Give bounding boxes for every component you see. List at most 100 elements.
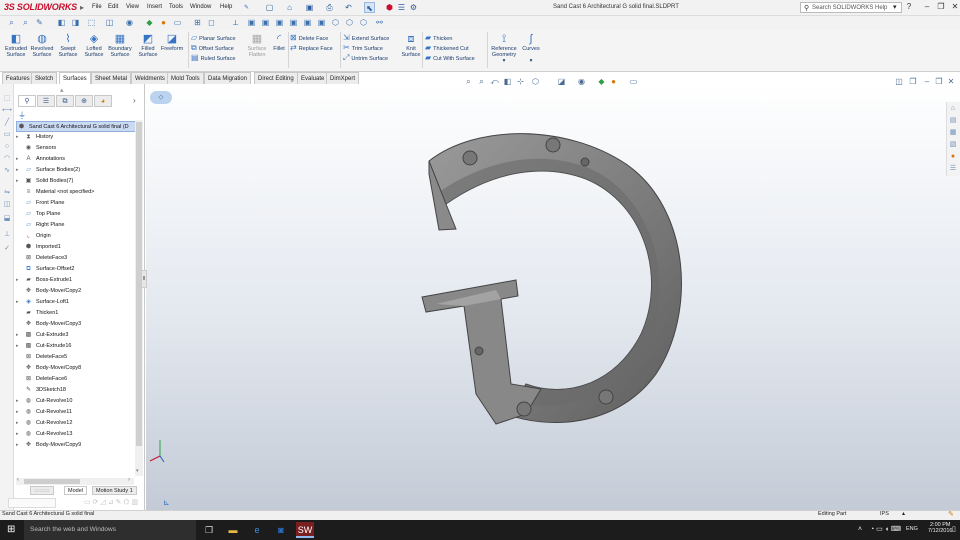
filled-surface-button[interactable]: ◩ Filled Surface <box>136 32 160 64</box>
select-icon[interactable]: ⬉ <box>364 2 375 13</box>
tree-item[interactable]: ▸ ▩ Cut-Extrude16 <box>16 341 136 352</box>
tab-weldments[interactable]: Weldments <box>131 72 169 84</box>
view-settings-icon[interactable]: ▭ <box>172 17 183 28</box>
model-tab[interactable]: Model <box>64 486 87 495</box>
repair-sketch-icon[interactable]: ✓ <box>2 244 12 254</box>
view-orientation-icon[interactable]: ◨ <box>70 17 81 28</box>
offset-tool-icon[interactable]: ◫ <box>2 200 12 210</box>
revolved-surface-button[interactable]: ◍ Revolved Surface <box>30 32 54 64</box>
offset-surface-button[interactable]: ⧉ Offset Surface <box>191 43 247 53</box>
scroll-left-icon[interactable]: ‹ <box>17 477 19 483</box>
menu-help[interactable]: Help <box>220 4 232 10</box>
file-explorer-taskbar-icon[interactable]: ▬ <box>224 522 242 538</box>
smart-dimension-icon[interactable]: ⟷ <box>2 106 12 116</box>
tree-item[interactable]: ⊠ DeleteFace6 <box>16 374 136 385</box>
edit-appearance-icon[interactable]: ◉ <box>124 17 135 28</box>
menu-insert[interactable]: Insert <box>147 4 162 10</box>
mirror-tool-icon[interactable]: ⇋ <box>2 188 12 198</box>
normal-to-icon[interactable]: ⟂ <box>230 17 241 28</box>
tree-item[interactable]: ⊠ DeleteFace3 <box>16 253 136 264</box>
extend-surface-button[interactable]: ⇲ Extend Surface <box>343 33 401 43</box>
expand-arrow-icon[interactable]: ▸ <box>16 418 24 429</box>
tree-item[interactable]: ▸ ◈ Surface-Loft1 <box>16 297 136 308</box>
view-bottom-icon[interactable]: ▣ <box>316 17 327 28</box>
tab-surfaces[interactable]: Surfaces <box>59 72 91 84</box>
scene-icon[interactable]: ◆ <box>144 17 155 28</box>
expand-arrow-icon[interactable]: ▸ <box>16 330 24 341</box>
panel-collapse-icon[interactable]: ▴ <box>60 86 64 94</box>
tree-item[interactable]: ▱ Front Plane <box>16 198 136 209</box>
tab-sheet-metal[interactable]: Sheet Metal <box>91 72 132 84</box>
notifications-icon[interactable]: ▯ <box>952 525 956 533</box>
expand-arrow-icon[interactable]: ▸ <box>16 176 24 187</box>
rebuild-icon[interactable]: ⬢ <box>384 2 395 13</box>
cut-with-surface-button[interactable]: ▰ Cut With Surface <box>425 53 487 63</box>
tree-item[interactable]: ▸ ▱ Surface Bodies(2) <box>16 165 136 176</box>
scroll-down-icon[interactable]: ▾ <box>136 468 139 474</box>
tray-clock[interactable]: 2:00 PM 7/12/2016 <box>928 522 952 534</box>
tree-item[interactable]: ▱ Top Plane <box>16 209 136 220</box>
menu-window[interactable]: Window <box>190 4 211 10</box>
expand-arrow-icon[interactable]: ▸ <box>16 275 24 286</box>
tray-chevron-icon[interactable]: ˄ <box>858 526 862 533</box>
feature-manager-tab-icon[interactable]: ⚲ <box>18 95 36 107</box>
taskbar-search-input[interactable]: Search the web and Windows <box>24 520 196 540</box>
tree-item[interactable]: ≡ Material <not specified> <box>16 187 136 198</box>
lofted-surface-button[interactable]: ◈ Lofted Surface <box>82 32 106 64</box>
filter-icon[interactable]: ⏚ <box>18 110 26 121</box>
dimetric-icon[interactable]: ⬡ <box>358 17 369 28</box>
tooltip-icon[interactable]: ✎ <box>948 510 954 518</box>
tab-direct-editing[interactable]: Direct Editing <box>254 72 298 84</box>
tree-root-part[interactable]: ⬢ Sand Cast 6 Architectural G solid final… <box>16 121 136 132</box>
quick-input-field[interactable] <box>8 498 56 508</box>
solidworks-logo[interactable]: 3S SOLIDWORKS <box>4 2 77 12</box>
planar-surface-button[interactable]: ▱ Planar Surface <box>191 33 247 43</box>
file-properties-icon[interactable]: ☰ <box>396 2 407 13</box>
line-tool-icon[interactable]: ╱ <box>2 118 12 128</box>
tab-mold-tools[interactable]: Mold Tools <box>167 72 204 84</box>
expand-arrow-icon[interactable]: ▸ <box>16 440 24 451</box>
view-left-icon[interactable]: ▣ <box>274 17 285 28</box>
surface-flatten-button[interactable]: ▦ Surface Flatten <box>246 32 268 64</box>
tree-item[interactable]: ▸ ▰ Boss-Extrude1 <box>16 275 136 286</box>
tray-icons-group[interactable]: ◔ ▭ ◖ ⌨ <box>870 525 901 533</box>
tree-item[interactable]: ▸ ◍ Cut-Revolve12 <box>16 418 136 429</box>
open-icon[interactable]: ⌂ <box>284 2 295 13</box>
curves-button[interactable]: ∫ Curves ▾ <box>519 32 543 64</box>
expand-arrow-icon[interactable]: ▸ <box>16 396 24 407</box>
tree-item[interactable]: ✎ 3DSketch18 <box>16 385 136 396</box>
arc-tool-icon[interactable]: ◠ <box>2 154 12 164</box>
tree-item[interactable]: ◉ Sensors <box>16 143 136 154</box>
appearance-icon[interactable]: ● <box>158 17 169 28</box>
tab-sketch[interactable]: Sketch <box>31 72 58 84</box>
menu-view[interactable]: View <box>126 4 139 10</box>
view-back-icon[interactable]: ▣ <box>260 17 271 28</box>
view-front-icon[interactable]: ▣ <box>246 17 257 28</box>
tree-item[interactable]: ⬢ Imported1 <box>16 242 136 253</box>
search-help-input[interactable]: ⚲ Search SOLIDWORKS Help <box>800 2 902 13</box>
view-top-icon[interactable]: ▣ <box>302 17 313 28</box>
reference-geometry-dropdown-icon[interactable]: ▾ <box>503 58 506 64</box>
trimetric-icon[interactable]: ⬡ <box>344 17 355 28</box>
menu-file[interactable]: File <box>92 4 102 10</box>
tab-data-migration[interactable]: Data Migration <box>204 72 252 84</box>
tree-item[interactable]: ▸ ⧗ History <box>16 132 136 143</box>
fillet-button[interactable]: ◜ Fillet <box>269 32 289 64</box>
boundary-surface-button[interactable]: ▦ Boundary Surface <box>108 32 132 64</box>
tree-item[interactable]: ▸ ◍ Cut-Revolve13 <box>16 429 136 440</box>
tree-item[interactable]: ▸ ✥ Body-Move/Copy9 <box>16 440 136 451</box>
tree-item[interactable]: ▰ Thicken1 <box>16 308 136 319</box>
expand-arrow-icon[interactable]: ▸ <box>16 154 24 165</box>
scroll-right-icon[interactable]: › <box>128 477 130 483</box>
rectangle-tool-icon[interactable]: ▭ <box>2 130 12 140</box>
new-document-icon[interactable]: ▢ <box>264 2 275 13</box>
tree-horizontal-thumb[interactable] <box>24 479 80 484</box>
tree-item[interactable]: ▸ A Annotations <box>16 154 136 165</box>
language-indicator[interactable]: ENG <box>906 526 918 532</box>
trim-surface-button[interactable]: ✂ Trim Surface <box>343 43 401 53</box>
convert-tool-icon[interactable]: ⬓ <box>2 214 12 224</box>
tree-item[interactable]: ▸ ▣ Solid Bodies(7) <box>16 176 136 187</box>
triad-toggle-icon[interactable]: ⊾ <box>163 498 170 507</box>
outlook-icon[interactable]: ◙ <box>272 522 290 538</box>
single-view-icon[interactable]: ◻ <box>206 17 217 28</box>
